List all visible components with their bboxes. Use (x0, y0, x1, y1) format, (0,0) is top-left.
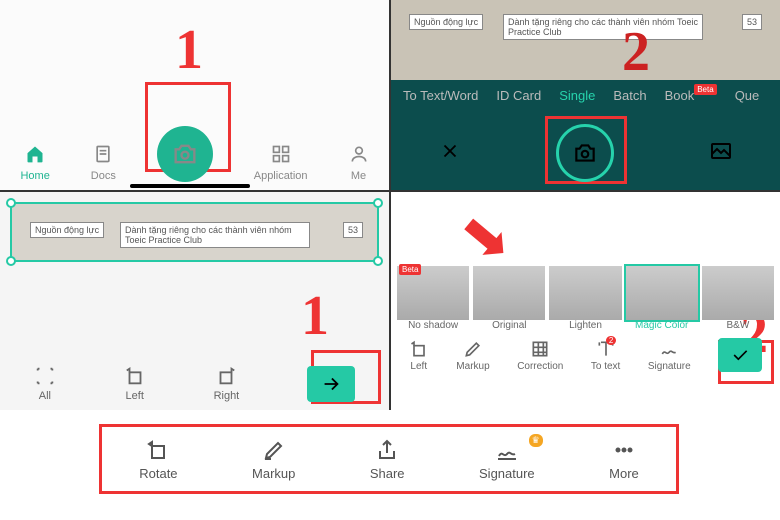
filter-original[interactable]: Original (473, 266, 545, 331)
filter-noshadow[interactable]: BetaNo shadow (397, 266, 469, 331)
home-indicator (130, 184, 250, 188)
docs-icon (93, 144, 113, 167)
btn-totext[interactable]: 2To text (591, 339, 620, 372)
grid-icon (271, 144, 291, 167)
callout-1: 1 (301, 284, 329, 348)
main-toolbar: Rotate Markup Share ♛ Signature More (99, 424, 679, 494)
viewfinder: Nguồn động lực Dành tặng riêng cho các t… (391, 0, 780, 80)
panel-camera: Nguồn động lực Dành tặng riêng cho các t… (391, 0, 780, 190)
shutter-button[interactable] (556, 124, 614, 182)
bottom-nav: Home Docs Application Me (0, 126, 389, 182)
callout-2: 2 (622, 20, 650, 84)
home-icon (25, 144, 45, 167)
nav-docs[interactable]: Docs (91, 144, 116, 182)
nav-application[interactable]: Application (254, 144, 308, 182)
tab-totext[interactable]: To Text/Word (403, 88, 478, 103)
edit-toolbar: Left Markup Correction 2To text Signatur… (395, 338, 776, 372)
filter-row: BetaNo shadow Original Lighten Magic Col… (397, 266, 774, 331)
filter-bw[interactable]: B&W (702, 266, 774, 331)
btn-all[interactable]: All (34, 365, 56, 402)
tool-more[interactable]: More (609, 438, 639, 481)
tab-batch[interactable]: Batch (613, 88, 646, 103)
rotate-icon (146, 438, 170, 462)
btn-left[interactable]: Left (409, 339, 429, 372)
tool-share[interactable]: Share (370, 438, 405, 481)
markup-icon (262, 438, 286, 462)
btn-markup[interactable]: Markup (456, 339, 489, 372)
tool-signature[interactable]: ♛ Signature (479, 438, 535, 481)
tab-book[interactable]: BookBeta (665, 88, 717, 103)
tool-markup[interactable]: Markup (252, 438, 295, 481)
crop-toolbar: All Left Right (0, 365, 389, 402)
tab-single[interactable]: Single (559, 88, 595, 103)
panel-crop: Nguồn động lực Dành tặng riêng cho các t… (0, 192, 389, 410)
btn-signature[interactable]: Signature (648, 339, 691, 372)
nav-camera[interactable] (157, 126, 213, 182)
scan-mode-tabs: To Text/Word ID Card Single Batch BookBe… (391, 80, 780, 111)
btn-rotate-left[interactable]: Left (124, 365, 146, 402)
panel-filter: ➡ 2 BetaNo shadow Original Lighten Magic… (391, 192, 780, 410)
btn-correction[interactable]: Correction (517, 339, 563, 372)
done-button[interactable] (718, 338, 762, 372)
crop-frame[interactable]: Nguồn động lực Dành tặng riêng cho các t… (10, 202, 379, 262)
callout-1: 1 (175, 18, 203, 82)
panel-home: 1 Home Docs Application Me (0, 0, 389, 190)
camera-controls (391, 124, 780, 182)
tool-rotate[interactable]: Rotate (139, 438, 177, 481)
more-icon (612, 438, 636, 462)
gallery-icon[interactable] (709, 139, 733, 168)
signature-icon (495, 438, 519, 462)
filter-lighten[interactable]: Lighten (549, 266, 621, 331)
share-icon (375, 438, 399, 462)
filter-magic[interactable]: Magic Color (626, 266, 698, 331)
close-icon[interactable] (439, 140, 461, 167)
tab-que[interactable]: Que (735, 88, 760, 103)
user-icon (349, 144, 369, 167)
btn-rotate-right[interactable]: Right (214, 365, 240, 402)
crown-badge: ♛ (529, 434, 543, 447)
confirm-button[interactable] (307, 366, 355, 402)
nav-home[interactable]: Home (20, 144, 49, 182)
tab-idcard[interactable]: ID Card (496, 88, 541, 103)
nav-me[interactable]: Me (349, 144, 369, 182)
camera-button[interactable] (157, 126, 213, 182)
